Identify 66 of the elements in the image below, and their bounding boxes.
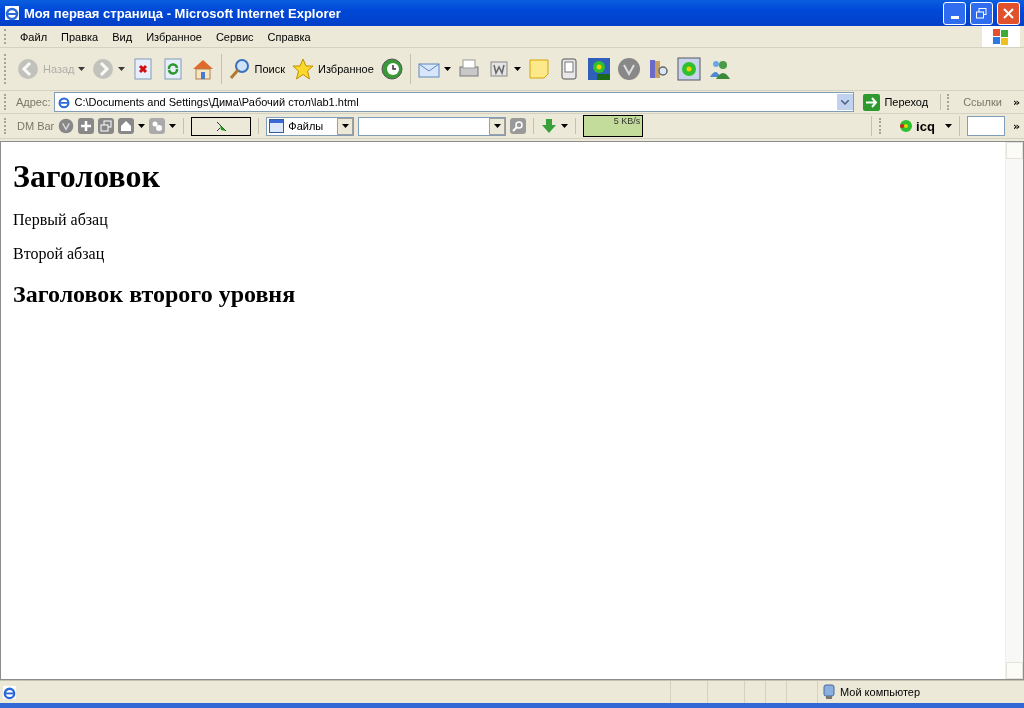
caret-icon: [138, 124, 146, 128]
restore-button[interactable]: [970, 1, 993, 25]
caret-icon: [169, 124, 177, 128]
window-title: Моя первая страница - Microsoft Internet Explorer: [24, 5, 342, 21]
browser-logo-icon: [2, 684, 17, 700]
restore-icon: [976, 7, 987, 19]
address-field[interactable]: C:\Documents and Settings\Дима\Рабочий стол\lab1.html: [53, 92, 855, 112]
menu-item[interactable]: Сервис: [208, 28, 261, 45]
forward-icon: [90, 57, 115, 81]
toolbar-button[interactable]: Поиск: [224, 51, 288, 87]
chevron-icon: [841, 99, 850, 105]
page-subheading: Заголовок второго уровня: [13, 281, 297, 308]
caret-icon: [944, 124, 952, 128]
paragraph: Второй абзац: [13, 245, 106, 263]
gears-icon: [149, 118, 166, 134]
input-field[interactable]: [966, 116, 1005, 136]
browser-logo-icon: [4, 5, 20, 21]
toolbar-label: DM Bar: [17, 120, 55, 132]
plus-icon: [78, 118, 95, 134]
minimize-icon: [950, 15, 959, 19]
icq-button[interactable]: icq: [892, 117, 941, 135]
back-icon: [16, 57, 40, 81]
caret-icon: [513, 67, 521, 71]
go-button[interactable]: Переход: [857, 93, 935, 111]
address-label: Адрес:: [16, 96, 51, 108]
paragraph: Первый абзац: [13, 211, 109, 229]
caret-icon: [77, 67, 85, 71]
windows-icon: [98, 118, 115, 134]
window-icon: [269, 119, 285, 133]
caret-icon: [493, 124, 501, 128]
flower-icon: [898, 118, 915, 134]
house-icon: [118, 118, 135, 134]
toolbar-button[interactable]: Избранное: [288, 51, 377, 87]
close-button[interactable]: [997, 1, 1020, 25]
menu-item[interactable]: Избранное: [139, 28, 209, 45]
arrow-icon: [863, 93, 881, 111]
dropdown-button[interactable]: [837, 94, 854, 110]
caret-icon: [561, 124, 569, 128]
search-field[interactable]: [358, 116, 507, 136]
menu-item[interactable]: Правка: [54, 28, 106, 45]
minimize-button[interactable]: [943, 1, 966, 25]
caret-icon: [341, 124, 349, 128]
chevron-icon[interactable]: »: [1012, 95, 1020, 109]
menu-item[interactable]: Вид: [105, 28, 140, 45]
browser-logo-icon: [56, 95, 71, 109]
caret-icon: [443, 67, 451, 71]
combo-box[interactable]: Файлы: [266, 116, 355, 136]
cursor-panel[interactable]: [191, 116, 252, 136]
history-icon: [379, 57, 404, 81]
menu-item[interactable]: Справка: [260, 28, 318, 45]
links-button[interactable]: Ссылки: [959, 96, 1006, 108]
page-heading: Заголовок: [13, 158, 161, 195]
search-icon: [510, 118, 527, 134]
windows-flag-icon: [992, 27, 1010, 46]
cursor-icon: [214, 120, 229, 132]
flower-icon: [676, 57, 701, 81]
search-icon: [227, 57, 252, 81]
chevron-icon[interactable]: »: [1012, 119, 1020, 133]
note-icon: [526, 57, 551, 81]
speed-meter: 5 KB/s: [583, 115, 644, 137]
close-icon: [1003, 7, 1014, 19]
download-arrow-icon: [541, 118, 558, 134]
computer-icon: [822, 684, 836, 700]
caret-icon: [117, 67, 125, 71]
favorites-icon: [291, 57, 315, 81]
menu-item[interactable]: Файл: [13, 28, 55, 45]
